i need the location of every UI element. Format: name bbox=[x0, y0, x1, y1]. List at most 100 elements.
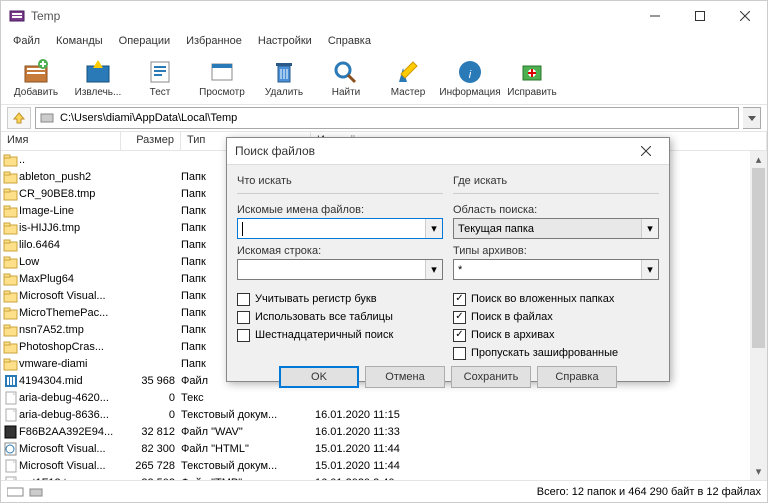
menu-commands[interactable]: Команды bbox=[48, 33, 111, 49]
files-checkbox-row[interactable]: ✓Поиск в файлах bbox=[453, 308, 659, 326]
info-button[interactable]: iИнформация bbox=[441, 54, 499, 102]
menu-settings[interactable]: Настройки bbox=[250, 33, 320, 49]
file-size: 82 300 bbox=[121, 443, 181, 455]
area-label: Область поиска: bbox=[453, 204, 659, 216]
file-icon bbox=[1, 459, 19, 473]
file-name: CR_90BE8.tmp bbox=[19, 188, 121, 200]
scroll-up-button[interactable]: ▴ bbox=[750, 151, 767, 168]
view-label: Просмотр bbox=[199, 87, 245, 98]
save-button[interactable]: Сохранить bbox=[451, 366, 531, 388]
string-combo[interactable]: ▾ bbox=[237, 259, 443, 280]
find-button[interactable]: Найти bbox=[317, 54, 375, 102]
wizard-label: Мастер bbox=[391, 87, 426, 98]
scroll-down-button[interactable]: ▾ bbox=[750, 463, 767, 480]
names-label: Искомые имена файлов: bbox=[237, 204, 443, 216]
checkbox-checked-icon: ✓ bbox=[453, 293, 466, 306]
status-icon-2 bbox=[29, 486, 45, 498]
maximize-button[interactable] bbox=[677, 1, 722, 31]
list-item[interactable]: Microsoft Visual...265 728Текстовый доку… bbox=[1, 457, 767, 474]
path-input[interactable]: C:\Users\diami\AppData\Local\Temp bbox=[35, 107, 739, 129]
chevron-down-icon[interactable]: ▾ bbox=[425, 219, 442, 238]
pathbar: C:\Users\diami\AppData\Local\Temp bbox=[1, 105, 767, 131]
names-combo[interactable]: ▾ bbox=[237, 218, 443, 239]
file-icon bbox=[1, 374, 19, 388]
area-value: Текущая папка bbox=[454, 223, 641, 235]
help-button[interactable]: Справка bbox=[537, 366, 617, 388]
file-name: .. bbox=[19, 154, 121, 166]
file-size: 0 bbox=[121, 392, 181, 404]
chevron-down-icon[interactable]: ▾ bbox=[641, 219, 658, 238]
chevron-down-icon[interactable]: ▾ bbox=[641, 260, 658, 279]
path-dropdown[interactable] bbox=[743, 107, 761, 129]
menu-help[interactable]: Справка bbox=[320, 33, 379, 49]
file-icon bbox=[1, 306, 19, 320]
files-label: Поиск в файлах bbox=[471, 311, 553, 323]
menu-operations[interactable]: Операции bbox=[111, 33, 178, 49]
file-icon bbox=[1, 204, 19, 218]
scroll-thumb[interactable] bbox=[752, 168, 765, 348]
col-size[interactable]: Размер bbox=[121, 132, 181, 150]
file-type: Файл "TMP" bbox=[181, 477, 311, 481]
file-modified: 16.01.2020 11:15 bbox=[311, 409, 767, 421]
file-type: Текстовый докум... bbox=[181, 460, 311, 472]
wizard-icon bbox=[393, 58, 423, 86]
archives-checkbox-row[interactable]: ✓Поиск в архивах bbox=[453, 326, 659, 344]
subfolders-checkbox-row[interactable]: ✓Поиск во вложенных папках bbox=[453, 290, 659, 308]
test-button[interactable]: Тест bbox=[131, 54, 189, 102]
repair-button[interactable]: Исправить bbox=[503, 54, 561, 102]
add-label: Добавить bbox=[14, 87, 58, 98]
close-button[interactable] bbox=[722, 1, 767, 31]
find-icon bbox=[331, 58, 361, 86]
menu-file[interactable]: Файл bbox=[5, 33, 48, 49]
skip-label: Пропускать зашифрованные bbox=[471, 347, 618, 359]
titlebar: Temp bbox=[1, 1, 767, 31]
types-combo[interactable]: *▾ bbox=[453, 259, 659, 280]
delete-button[interactable]: Удалить bbox=[255, 54, 313, 102]
file-name: Microsoft Visual... bbox=[19, 443, 121, 455]
list-item[interactable]: aria-debug-8636...0Текстовый докум...16.… bbox=[1, 406, 767, 423]
file-type: Файл "WAV" bbox=[181, 426, 311, 438]
names-value bbox=[238, 222, 425, 236]
list-item[interactable]: wct1F12.tmp22 502Файл "TMP"16.01.2020 2:… bbox=[1, 474, 767, 480]
file-name: 4194304.mid bbox=[19, 375, 121, 387]
col-name[interactable]: Имя bbox=[1, 132, 121, 150]
alltables-checkbox-row[interactable]: Использовать все таблицы bbox=[237, 308, 443, 326]
repair-label: Исправить bbox=[507, 87, 556, 98]
info-icon: i bbox=[455, 58, 485, 86]
minimize-button[interactable] bbox=[632, 1, 677, 31]
path-text: C:\Users\diami\AppData\Local\Temp bbox=[60, 112, 237, 124]
hex-checkbox-row[interactable]: Шестнадцатеричный поиск bbox=[237, 326, 443, 344]
up-button[interactable] bbox=[7, 107, 31, 129]
what-group-label: Что искать bbox=[237, 173, 443, 194]
add-button[interactable]: Добавить bbox=[7, 54, 65, 102]
area-combo[interactable]: Текущая папка▾ bbox=[453, 218, 659, 239]
case-checkbox-row[interactable]: Учитывать регистр букв bbox=[237, 290, 443, 308]
file-name: MicroThemePac... bbox=[19, 307, 121, 319]
extract-button[interactable]: Извлечь... bbox=[69, 54, 127, 102]
dialog-buttons: OK Отмена Сохранить Справка bbox=[227, 366, 669, 394]
file-name: Microsoft Visual... bbox=[19, 290, 121, 302]
cancel-button[interactable]: Отмена bbox=[365, 366, 445, 388]
dialog-title: Поиск файлов bbox=[235, 144, 631, 158]
file-size: 35 968 bbox=[121, 375, 181, 387]
file-name: ableton_push2 bbox=[19, 171, 121, 183]
dialog-close-button[interactable] bbox=[631, 138, 661, 164]
scrollbar[interactable]: ▴ ▾ bbox=[750, 151, 767, 480]
wizard-button[interactable]: Мастер bbox=[379, 54, 437, 102]
file-size: 22 502 bbox=[121, 477, 181, 481]
menu-favorites[interactable]: Избранное bbox=[178, 33, 250, 49]
string-label: Искомая строка: bbox=[237, 245, 443, 257]
archives-label: Поиск в архивах bbox=[471, 329, 555, 341]
status-icon-1 bbox=[7, 486, 25, 498]
skip-checkbox-row[interactable]: Пропускать зашифрованные bbox=[453, 344, 659, 362]
ok-button[interactable]: OK bbox=[279, 366, 359, 388]
alltables-label: Использовать все таблицы bbox=[255, 311, 393, 323]
file-icon bbox=[1, 340, 19, 354]
list-item[interactable]: F86B2AA392E94...32 812Файл "WAV"16.01.20… bbox=[1, 423, 767, 440]
file-name: vmware-diami bbox=[19, 358, 121, 370]
view-button[interactable]: Просмотр bbox=[193, 54, 251, 102]
file-name: nsn7A52.tmp bbox=[19, 324, 121, 336]
extract-icon bbox=[83, 58, 113, 86]
list-item[interactable]: Microsoft Visual...82 300Файл "HTML"15.0… bbox=[1, 440, 767, 457]
chevron-down-icon[interactable]: ▾ bbox=[425, 260, 442, 279]
